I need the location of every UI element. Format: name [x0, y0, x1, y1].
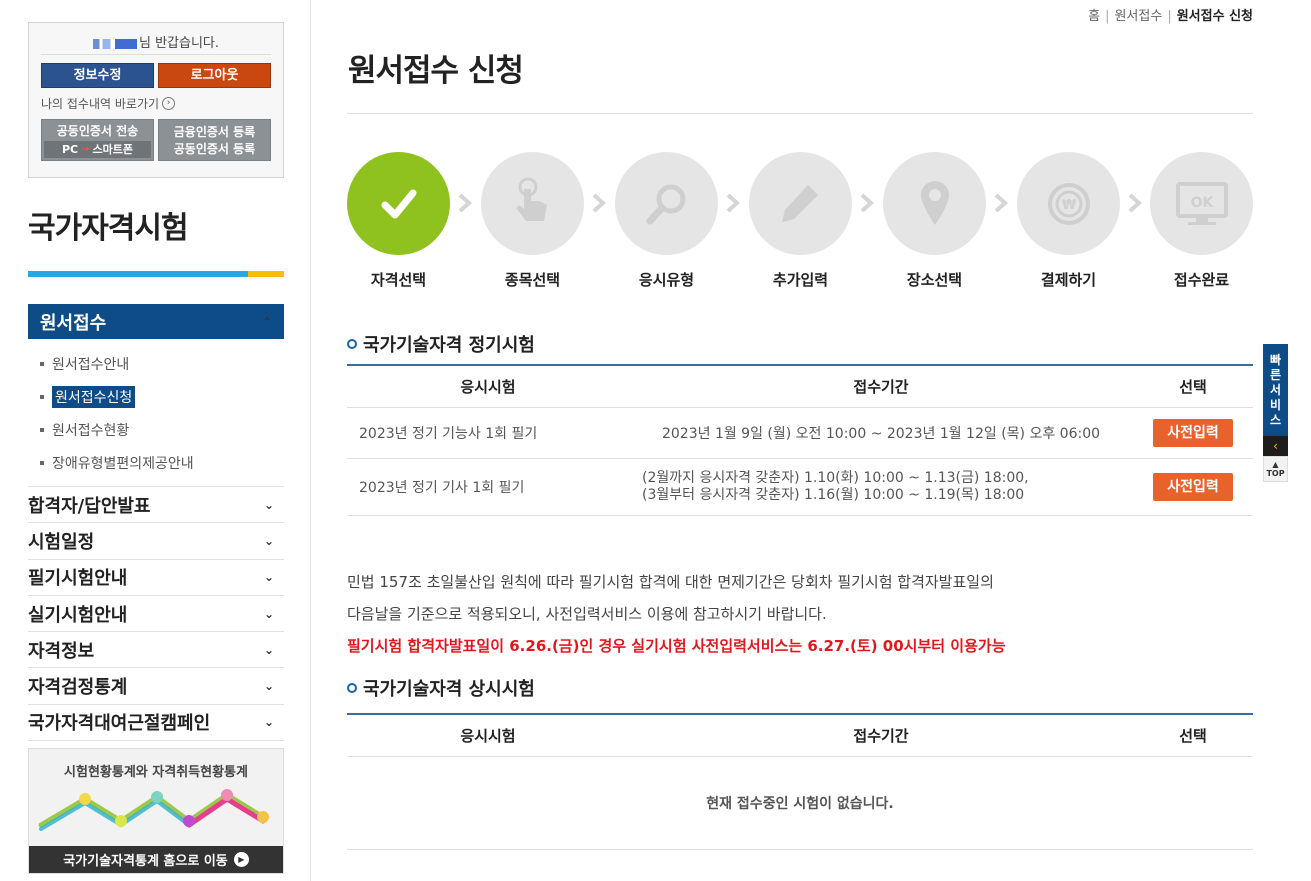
logout-button[interactable]: 로그아웃 [158, 63, 271, 88]
menu-item-practical-guide[interactable]: 실기시험안내 ⌄ [28, 596, 284, 633]
exam-name: 2023년 정기 기사 1회 필기 [347, 458, 629, 516]
submenu: 원서접수안내 원서접수신청 원서접수현황 장애유형별편의제공안내 [28, 347, 284, 479]
login-box: 님 반갑습니다. 정보수정 로그아웃 나의 접수내역 바로가기 › 공동인증서 … [28, 22, 284, 178]
pencil-icon [781, 184, 818, 222]
breadcrumb-current: 원서접수 신청 [1176, 9, 1253, 24]
chevron-right-icon [592, 193, 607, 213]
search-icon [646, 184, 685, 224]
chevron-right-icon: › [162, 97, 176, 110]
bullet-circle-icon [347, 683, 357, 693]
edit-profile-button[interactable]: 정보수정 [41, 63, 154, 88]
cert-transfer-button[interactable]: 공동인증서 전송 PC ⇢ 스마트폰 [41, 119, 154, 161]
chevron-right-icon [860, 193, 875, 213]
submenu-item-apply[interactable]: 원서접수신청 [40, 380, 284, 413]
menu-item-results[interactable]: 합격자/답안발표 ⌄ [28, 487, 284, 524]
submenu-item-status[interactable]: 원서접수현황 [40, 413, 284, 446]
quick-service-tab[interactable]: 빠른서비스 [1263, 344, 1288, 436]
menu-item-application[interactable]: 원서접수 ⌃ [28, 304, 284, 339]
progress-steps: 자격선택 종목선택 응시유형 추가입력 장소선택 ₩ 결제하기 OK 접수완료 [347, 152, 1253, 292]
page-title: 원서접수 신청 [348, 53, 524, 89]
sidebar-divider [310, 0, 311, 881]
my-application-history-link[interactable]: 나의 접수내역 바로가기 › [41, 95, 271, 112]
monitor-ok-icon: OK [1175, 181, 1228, 225]
menu-item-qualification-info[interactable]: 자격정보 ⌄ [28, 632, 284, 669]
regular-exam-table: 응시시험 접수기간 선택 2023년 정기 기능사 1회 필기 2023년 1월… [347, 364, 1253, 516]
greeting: 님 반갑습니다. [41, 33, 271, 55]
quick-service-panel: 빠른서비스 ‹ ▲ TOP [1263, 344, 1288, 482]
title-divider [347, 113, 1253, 114]
title-underline [28, 271, 284, 277]
chevron-right-icon [994, 193, 1009, 213]
column-header-select: 선택 [1133, 713, 1253, 757]
application-period: (2월까지 응시자격 갖춘자) 1.10(화) 10:00 ~ 1.13(금) … [629, 458, 1133, 516]
sidebar-title: 국가자격시험 [28, 211, 189, 246]
step-exam-type: 응시유형 [615, 152, 718, 290]
chevron-left-icon[interactable]: ‹ [1263, 436, 1288, 456]
step-location: 장소선택 [883, 152, 986, 290]
chevron-right-icon [1128, 193, 1143, 213]
exam-name: 2023년 정기 기능사 1회 필기 [347, 407, 629, 459]
regular-exam-section-title: 국가기술자격 정기시험 [347, 331, 535, 357]
pre-input-button[interactable]: 사전입력 [1153, 472, 1233, 501]
application-period: 2023년 1월 9일 (월) 오전 10:00 ~ 2023년 1월 12일 … [629, 407, 1133, 459]
won-coin-icon: ₩ [1047, 182, 1090, 225]
step-qualification: 자격선택 [347, 152, 450, 290]
column-header-select: 선택 [1133, 364, 1253, 408]
main-menu: 합격자/답안발표 ⌄ 시험일정 ⌄ 필기시험안내 ⌄ 실기시험안내 ⌄ 자격정보 ⌄ 자격… [28, 486, 284, 742]
menu-item-statistics[interactable]: 자격검정통계 ⌄ [28, 668, 284, 705]
play-icon: ▶ [233, 852, 249, 867]
menu-item-schedule[interactable]: 시험일정 ⌄ [28, 523, 284, 560]
standing-exam-section-title: 국가기술자격 상시시험 [347, 675, 535, 701]
table-row: 2023년 정기 기사 1회 필기 (2월까지 응시자격 갖춘자) 1.10(화… [347, 458, 1253, 516]
standing-exam-table: 응시시험 접수기간 선택 현재 접수중인 시험이 없습니다. [347, 713, 1253, 850]
step-item: 종목선택 [481, 152, 584, 290]
breadcrumb-section[interactable]: 원서접수 [1114, 9, 1162, 24]
sidebar: 님 반갑습니다. 정보수정 로그아웃 나의 접수내역 바로가기 › 공동인증서 … [28, 22, 284, 874]
statistics-banner[interactable]: 시험현황통계와 자격취득현황통계 국가기술자격통계 홈으로 이동 ▶ [28, 748, 284, 874]
bullet-circle-icon [347, 339, 357, 349]
scroll-top-button[interactable]: ▲ TOP [1263, 456, 1288, 482]
chevron-down-icon: ⌄ [263, 715, 274, 730]
arrow-right-icon: ⇢ [81, 144, 90, 155]
step-additional-input: 추가입력 [749, 152, 852, 290]
submenu-item-accessibility[interactable]: 장애유형별편의제공안내 [40, 446, 284, 479]
column-header-exam: 응시시험 [347, 713, 629, 757]
chevron-down-icon: ⌄ [263, 606, 274, 621]
svg-text:₩: ₩ [1061, 198, 1076, 213]
column-header-period: 접수기간 [629, 713, 1133, 757]
location-pin-icon [920, 180, 949, 225]
svg-text:OK: OK [1190, 195, 1214, 211]
menu-item-written-guide[interactable]: 필기시험안내 ⌄ [28, 560, 284, 596]
chevron-right-icon [726, 193, 741, 213]
chevron-right-icon [458, 193, 473, 213]
column-header-exam: 응시시험 [347, 364, 629, 408]
chevron-down-icon: ⌄ [263, 642, 274, 657]
chevron-down-icon: ⌄ [263, 570, 274, 585]
menu-item-campaign[interactable]: 국가자격대여근절캠페인 ⌄ [28, 705, 284, 742]
breadcrumb-home[interactable]: 홈 [1088, 9, 1100, 24]
notice: 민법 157조 초일불산입 원칙에 따라 필기시험 합격에 대한 면제기간은 당… [347, 573, 1006, 655]
chevron-down-icon: ⌄ [263, 679, 274, 694]
chevron-down-icon: ⌄ [263, 533, 274, 548]
empty-message: 현재 접수중인 시험이 없습니다. [347, 756, 1253, 850]
chevron-down-icon: ⌄ [263, 497, 274, 512]
column-header-period: 접수기간 [629, 364, 1133, 408]
user-name-redacted [92, 38, 137, 49]
step-payment: ₩ 결제하기 [1017, 152, 1120, 290]
cert-register-button[interactable]: 금융인증서 등록 공동인증서 등록 [158, 119, 271, 161]
pre-input-button[interactable]: 사전입력 [1153, 418, 1233, 447]
chevron-up-icon: ⌃ [261, 314, 272, 329]
step-complete: OK 접수완료 [1150, 152, 1253, 290]
statistics-home-link[interactable]: 국가기술자격통계 홈으로 이동 ▶ [29, 846, 283, 873]
submenu-item-guide[interactable]: 원서접수안내 [40, 347, 284, 380]
breadcrumb: 홈 | 원서접수 | 원서접수 신청 [1088, 9, 1253, 24]
finger-tap-icon [515, 177, 547, 221]
table-row: 2023년 정기 기능사 1회 필기 2023년 1월 9일 (월) 오전 10… [347, 407, 1253, 459]
statistics-graph-icon [38, 789, 269, 831]
check-icon [381, 189, 416, 218]
